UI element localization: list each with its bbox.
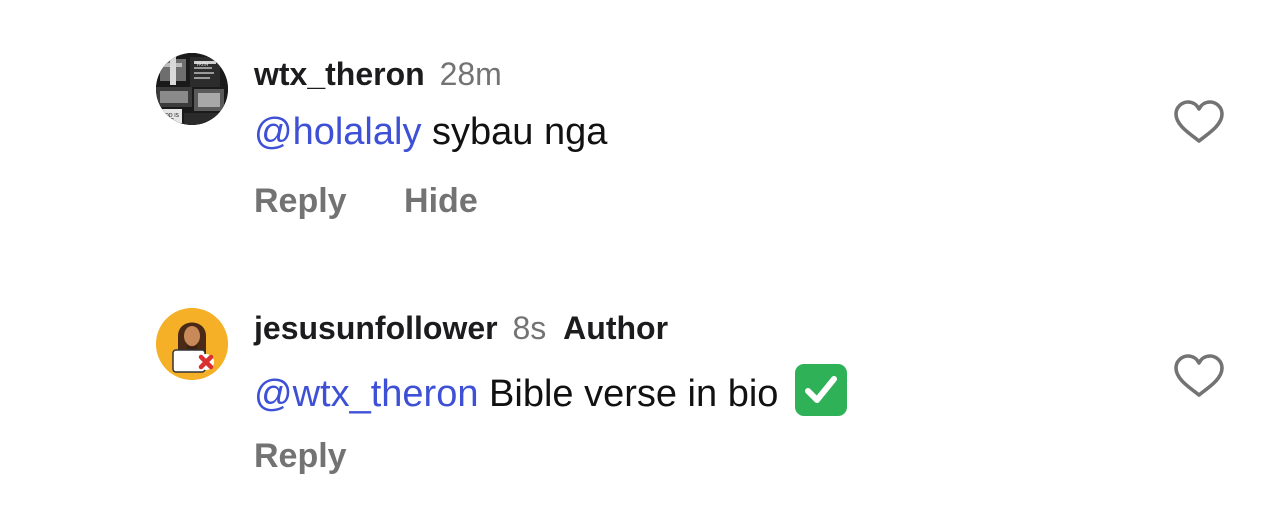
- check-mark-button-icon: [794, 364, 847, 416]
- comment-item: jesusunfollower 8s Author @wtx_theron Bi…: [0, 258, 1284, 517]
- author-badge: Author: [563, 310, 669, 346]
- comment-actions: Reply Hide: [254, 181, 478, 221]
- avatar[interactable]: [156, 308, 228, 380]
- heart-outline-icon[interactable]: [1172, 353, 1226, 399]
- comment-text: @holalaly sybau nga: [254, 109, 607, 155]
- username-link[interactable]: jesusunfollower: [254, 310, 498, 346]
- heart-outline-icon[interactable]: [1172, 99, 1226, 145]
- comment-header: jesusunfollower 8s Author: [254, 308, 668, 348]
- reply-button[interactable]: Reply: [254, 437, 347, 475]
- comment-item: GOD IS LOVE FAITH wtx_theron 28m @holala…: [0, 0, 1284, 258]
- avatar[interactable]: GOD IS LOVE FAITH: [156, 53, 228, 125]
- comment-body: sybau nga: [421, 111, 608, 153]
- avatar-image: [156, 308, 228, 380]
- username-link[interactable]: wtx_theron: [254, 56, 425, 92]
- reply-button[interactable]: Reply: [254, 182, 347, 220]
- comment-text: @wtx_theron Bible verse in bio: [254, 364, 847, 417]
- hide-button[interactable]: Hide: [404, 182, 478, 220]
- comment-body: Bible verse in bio: [478, 373, 789, 415]
- comment-actions: Reply: [254, 436, 347, 476]
- comment-timestamp: 8s: [512, 310, 547, 346]
- avatar-image: GOD IS LOVE FAITH: [156, 53, 228, 125]
- mention-link[interactable]: @holalaly: [254, 111, 421, 153]
- comment-timestamp: 28m: [439, 56, 502, 92]
- comment-header: wtx_theron 28m: [254, 54, 502, 94]
- mention-link[interactable]: @wtx_theron: [254, 373, 478, 415]
- avatar-text: LOVE: [161, 118, 174, 124]
- avatar-text: FAITH: [197, 62, 208, 67]
